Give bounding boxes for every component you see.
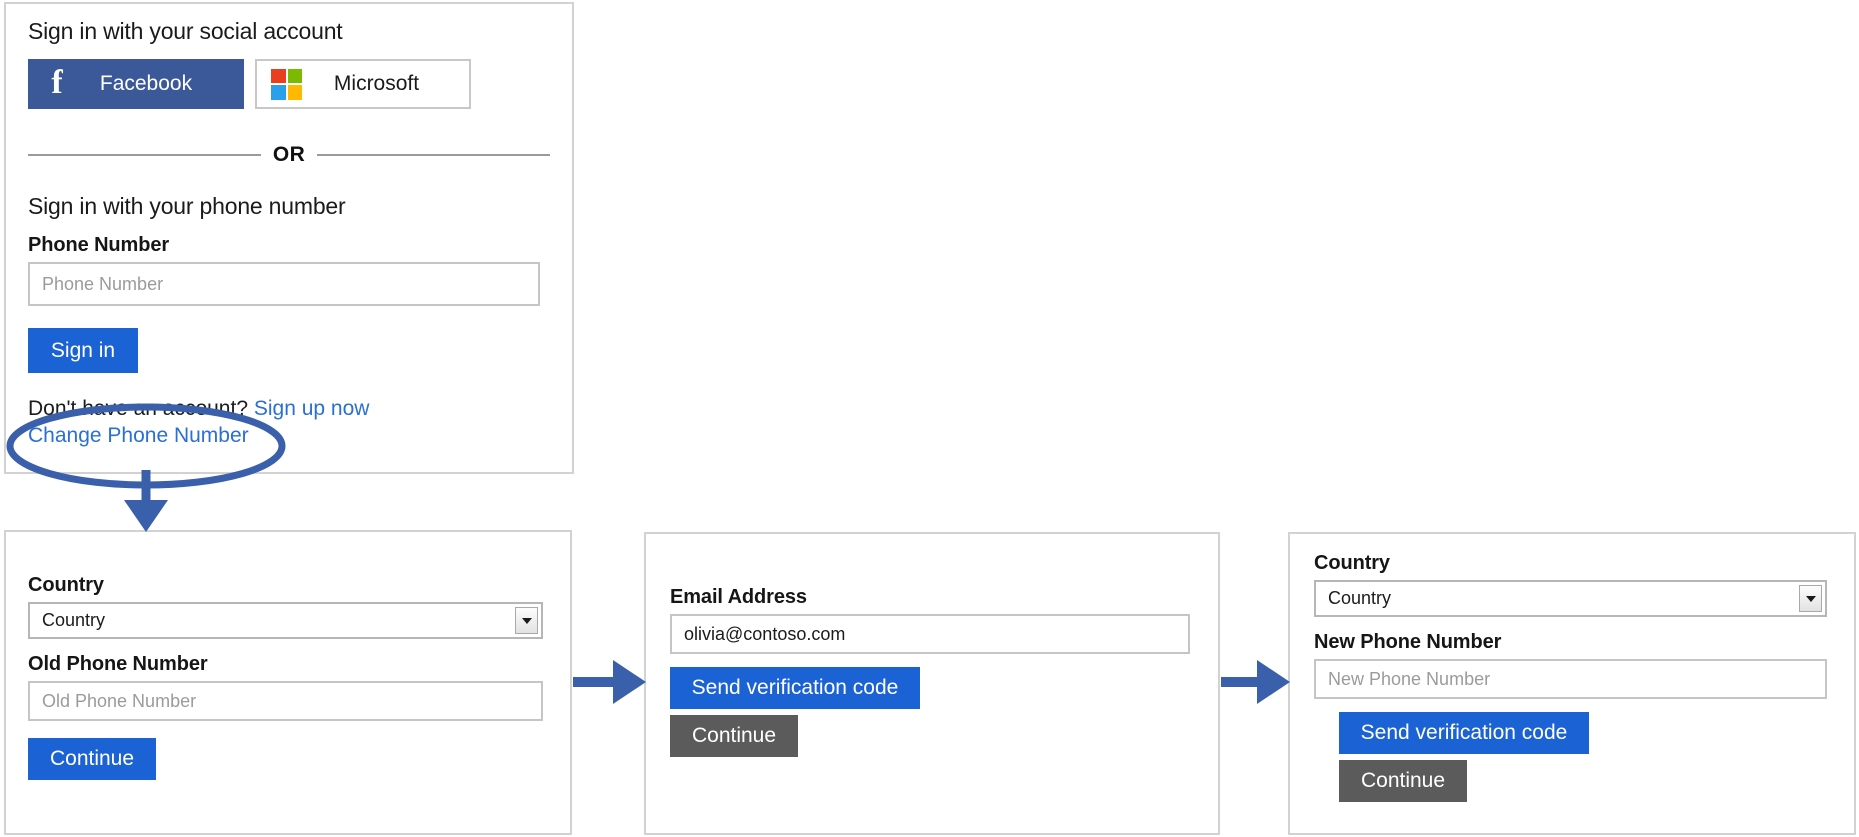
account-prompt-text: Don't have an account?	[28, 397, 248, 420]
phone-number-input[interactable]: Phone Number	[28, 262, 540, 306]
signin-panel: Sign in with your social account f Faceb…	[4, 2, 574, 474]
microsoft-signin-button[interactable]: Microsoft	[255, 59, 471, 109]
country-select-value-new: Country	[1328, 588, 1392, 608]
country-label-new: Country	[1314, 552, 1390, 574]
phone-number-label: Phone Number	[28, 234, 170, 256]
phone-signin-heading: Sign in with your phone number	[28, 193, 346, 219]
signup-prompt-line: Don't have an account? Sign up now	[28, 397, 550, 421]
new-phone-number-label: New Phone Number	[1314, 631, 1502, 653]
country-select-new[interactable]: Country	[1314, 580, 1827, 617]
facebook-button-label: Facebook	[99, 72, 193, 95]
country-label-old: Country	[28, 574, 104, 596]
sign-up-now-link[interactable]: Sign up now	[254, 397, 370, 420]
or-divider: OR	[28, 143, 550, 167]
divider-rule-left	[28, 154, 261, 156]
chevron-down-icon[interactable]	[515, 607, 538, 634]
social-buttons-row: f Facebook Microsoft	[28, 59, 550, 109]
send-verification-code-button-email[interactable]: Send verification code	[670, 667, 920, 709]
new-phone-number-input[interactable]: New Phone Number	[1314, 659, 1827, 699]
divider-rule-right	[317, 154, 550, 156]
facebook-f-icon: f	[51, 63, 63, 101]
email-panel: Email Address olivia@contoso.com Send ve…	[644, 532, 1220, 835]
new-phone-panel: Country Country New Phone Number New Pho…	[1288, 532, 1856, 835]
email-address-input[interactable]: olivia@contoso.com	[670, 614, 1190, 654]
email-address-label: Email Address	[670, 586, 807, 608]
country-select-old[interactable]: Country	[28, 602, 543, 639]
or-label: OR	[272, 143, 306, 166]
flow-arrow-right-1	[573, 660, 646, 704]
change-phone-number-link[interactable]: Change Phone Number	[28, 424, 550, 448]
microsoft-button-label: Microsoft	[333, 72, 420, 95]
continue-button-email[interactable]: Continue	[670, 715, 798, 757]
facebook-signin-button[interactable]: f Facebook	[28, 59, 244, 109]
old-phone-number-input[interactable]: Old Phone Number	[28, 681, 543, 721]
chevron-down-icon[interactable]	[1799, 585, 1822, 612]
flow-arrow-down	[124, 470, 168, 532]
old-phone-panel: Country Country Old Phone Number Old Pho…	[4, 530, 572, 835]
continue-button-new[interactable]: Continue	[1339, 760, 1467, 802]
microsoft-logo-icon	[271, 68, 302, 100]
flow-arrow-right-2	[1221, 660, 1290, 704]
social-signin-heading: Sign in with your social account	[28, 18, 343, 44]
continue-button-old[interactable]: Continue	[28, 738, 156, 780]
old-phone-number-label: Old Phone Number	[28, 653, 208, 675]
country-select-value-old: Country	[42, 610, 106, 630]
sign-in-button[interactable]: Sign in	[28, 328, 138, 373]
send-verification-code-button-new[interactable]: Send verification code	[1339, 712, 1589, 754]
